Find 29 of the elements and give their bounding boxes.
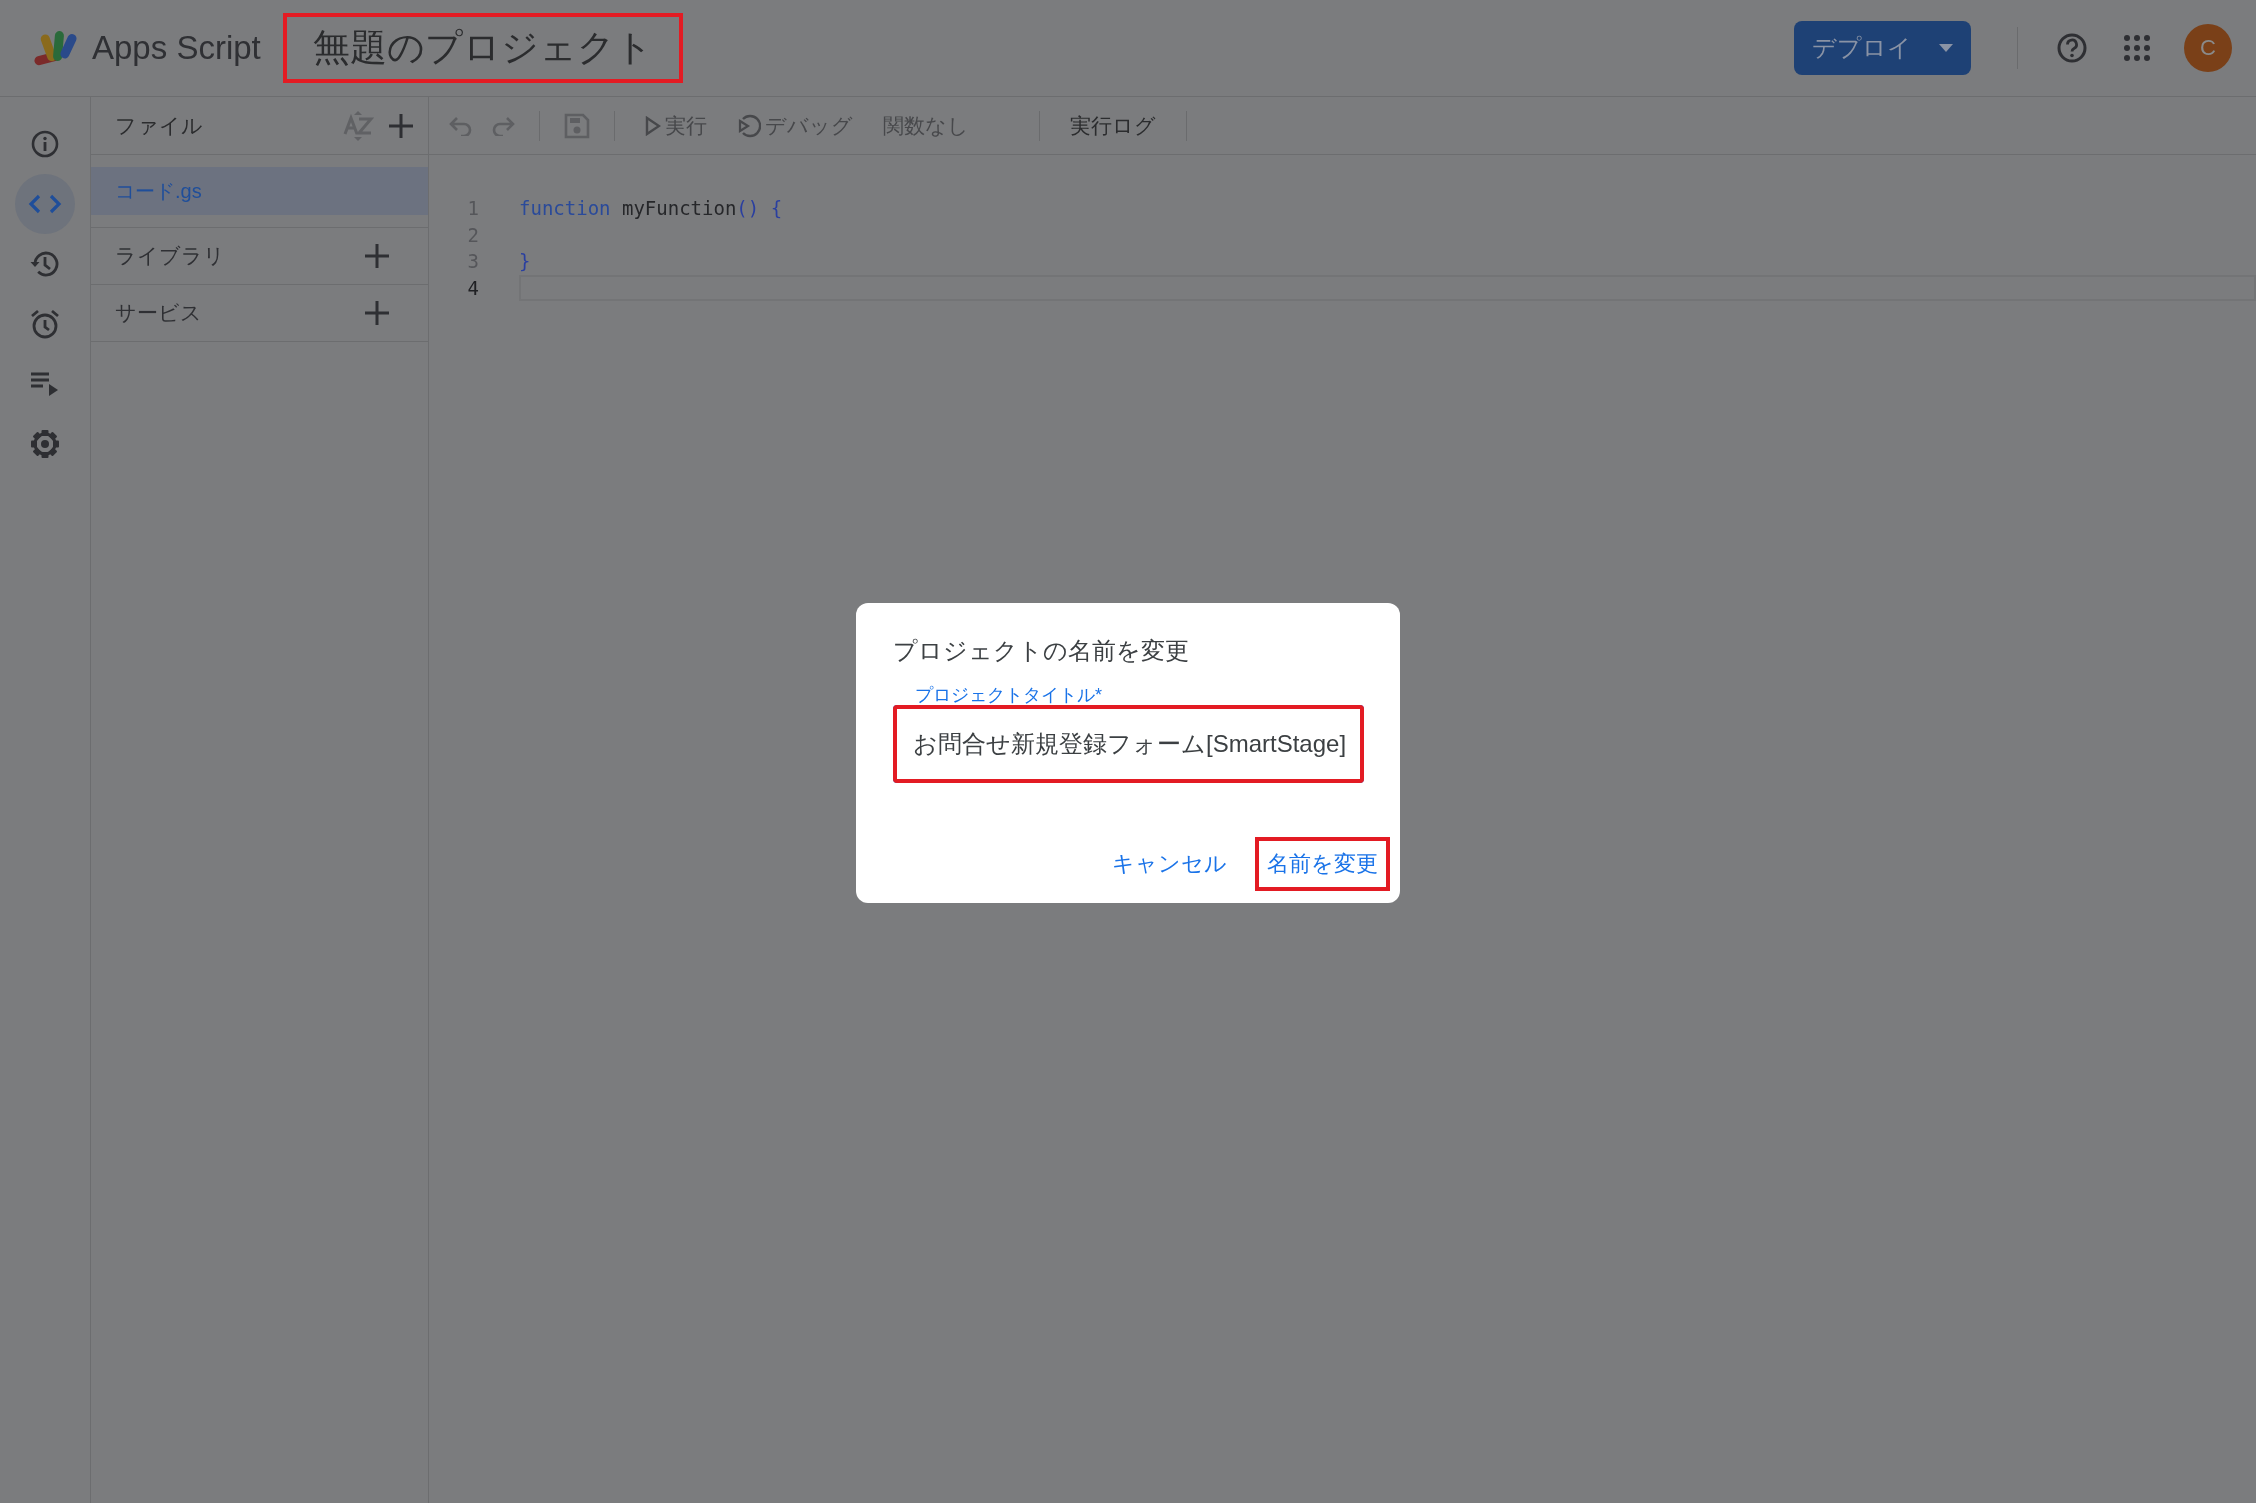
panel-title: ファイル <box>115 112 204 139</box>
code-line: } <box>519 250 531 273</box>
alarm-clock-icon <box>29 308 61 340</box>
deploy-button[interactable]: デプロイ <box>1794 21 1971 75</box>
debug-icon <box>737 113 761 138</box>
rename-button[interactable]: 名前を変更 <box>1255 837 1390 891</box>
code-line: function myFunction() { <box>519 197 783 220</box>
help-icon[interactable] <box>2056 32 2088 64</box>
code-icon <box>28 193 62 215</box>
project-title[interactable]: 無題のプロジェクト <box>282 13 683 83</box>
add-icon[interactable] <box>364 243 390 269</box>
app-name: Apps Script <box>92 29 261 67</box>
cancel-button[interactable]: キャンセル <box>1100 837 1239 891</box>
dialog-title: プロジェクトの名前を変更 <box>893 636 1190 666</box>
field-label: プロジェクトタイトル* <box>915 685 1103 705</box>
execution-log-button[interactable]: 実行ログ <box>1064 111 1162 140</box>
apps-grid-icon[interactable] <box>2124 35 2150 61</box>
line-number: 4 <box>466 276 480 299</box>
add-icon[interactable] <box>388 112 414 139</box>
settings-icon <box>29 428 61 460</box>
avatar[interactable]: C <box>2184 24 2232 72</box>
info-icon <box>30 129 60 159</box>
project-title-field[interactable]: お問合せ新規登録フォーム[SmartStage] <box>893 705 1364 783</box>
play-icon <box>645 115 661 136</box>
section-title: サービス <box>115 300 203 326</box>
section-title: ライブラリ <box>115 243 226 269</box>
dropdown-caret-icon <box>1937 43 1954 53</box>
file-item[interactable]: コード.gs <box>91 167 428 215</box>
add-icon[interactable] <box>364 300 390 326</box>
